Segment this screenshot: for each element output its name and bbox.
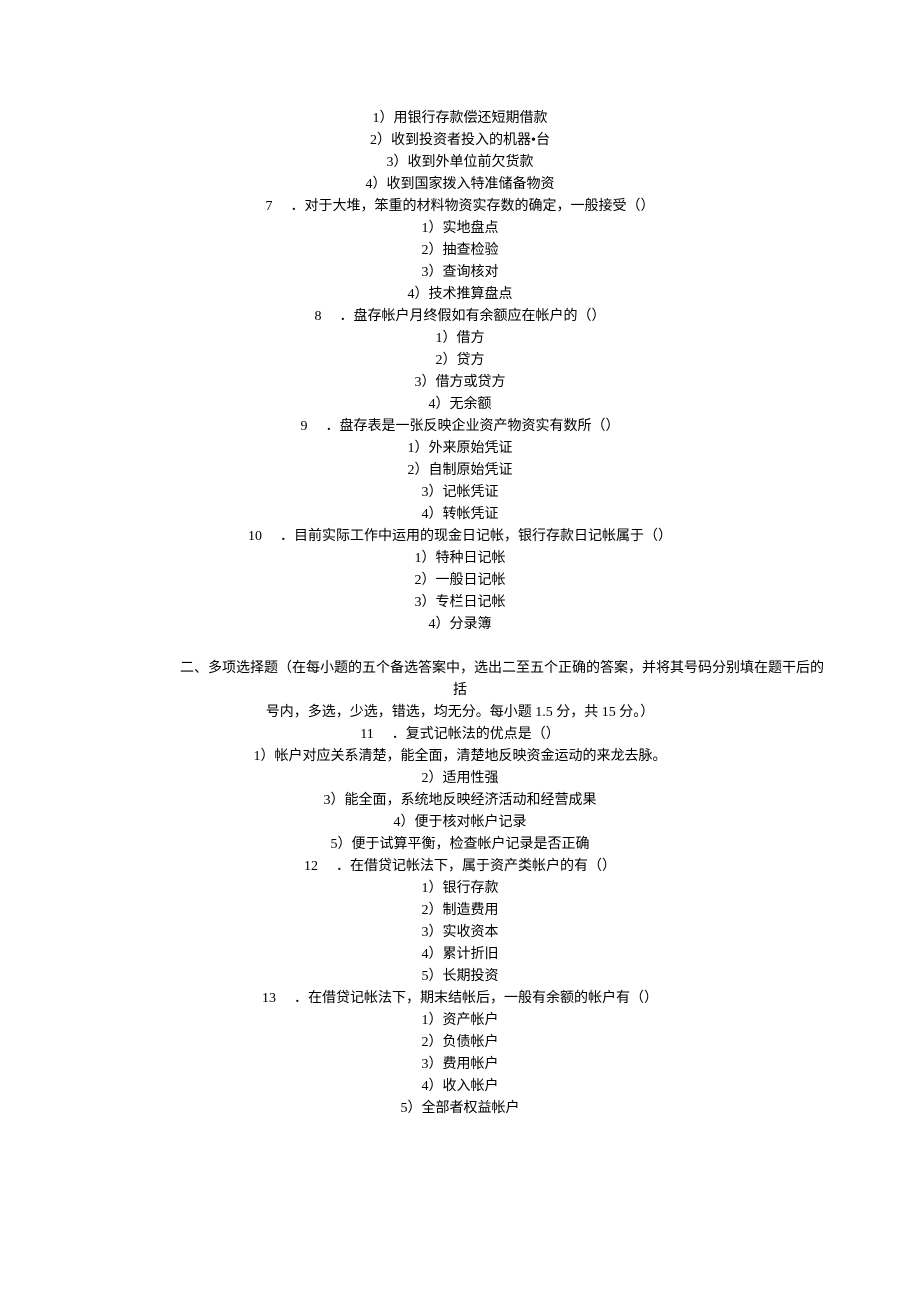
q10-option-1: 1）特种日记帐 bbox=[0, 548, 920, 570]
q10-option-2: 2）一般日记帐 bbox=[0, 570, 920, 592]
q6-option-1: 1）用银行存款偿还短期借款 bbox=[0, 108, 920, 130]
q13-option-4: 4）收入帐户 bbox=[0, 1076, 920, 1098]
q11-option-2: 2）适用性强 bbox=[0, 768, 920, 790]
q9-number: 9 bbox=[301, 416, 308, 438]
q12-stem: 12 ．在借贷记帐法下，属于资产类帐户的有（） bbox=[0, 856, 920, 878]
q12-number: 12 bbox=[304, 856, 318, 878]
q10-number: 10 bbox=[248, 526, 262, 548]
q6-option-3: 3）收到外单位前欠货款 bbox=[0, 152, 920, 174]
q7-stem: 7 ．对于大堆，笨重的材料物资实存数的确定，一般接受（） bbox=[0, 196, 920, 218]
q7-text: ．对于大堆，笨重的材料物资实存数的确定，一般接受（） bbox=[291, 196, 655, 218]
q13-option-1: 1）资产帐户 bbox=[0, 1010, 920, 1032]
q9-text: ．盘存表是一张反映企业资产物资实有数所（） bbox=[326, 416, 620, 438]
q8-number: 8 bbox=[315, 306, 322, 328]
q6-option-2: 2）收到投资者投入的机器•台 bbox=[0, 130, 920, 152]
q7-number: 7 bbox=[266, 196, 273, 218]
q13-option-2: 2）负债帐户 bbox=[0, 1032, 920, 1054]
section2-title-line1: 二、多项选择题（在每小题的五个备选答案中，选出二至五个正确的答案，并将其号码分别… bbox=[0, 658, 920, 680]
q10-text: ．目前实际工作中运用的现金日记帐，银行存款日记帐属于（） bbox=[280, 526, 672, 548]
q10-stem: 10 ．目前实际工作中运用的现金日记帐，银行存款日记帐属于（） bbox=[0, 526, 920, 548]
q12-option-3: 3）实收资本 bbox=[0, 922, 920, 944]
q11-text: ．复式记帐法的优点是（） bbox=[392, 724, 560, 746]
q7-option-1: 1）实地盘点 bbox=[0, 218, 920, 240]
section2-title-line2: 括 bbox=[0, 680, 920, 702]
q8-stem: 8 ．盘存帐户月终假如有余额应在帐户的（） bbox=[0, 306, 920, 328]
q7-option-4: 4）技术推算盘点 bbox=[0, 284, 920, 306]
q9-option-4: 4）转帐凭证 bbox=[0, 504, 920, 526]
q13-stem: 13 ．在借贷记帐法下，期末结帐后，一般有余额的帐户有（） bbox=[0, 988, 920, 1010]
q13-number: 13 bbox=[262, 988, 276, 1010]
q10-option-3: 3）专栏日记帐 bbox=[0, 592, 920, 614]
q9-option-3: 3）记帐凭证 bbox=[0, 482, 920, 504]
q8-text: ．盘存帐户月终假如有余额应在帐户的（） bbox=[340, 306, 606, 328]
q7-option-2: 2）抽查检验 bbox=[0, 240, 920, 262]
q11-option-5: 5）便于试算平衡，检查帐户记录是否正确 bbox=[0, 834, 920, 856]
q12-option-2: 2）制造费用 bbox=[0, 900, 920, 922]
q11-option-3: 3）能全面，系统地反映经济活动和经营成果 bbox=[0, 790, 920, 812]
q9-stem: 9 ．盘存表是一张反映企业资产物资实有数所（） bbox=[0, 416, 920, 438]
q11-stem: 11 ．复式记帐法的优点是（） bbox=[0, 724, 920, 746]
q9-option-1: 1）外来原始凭证 bbox=[0, 438, 920, 460]
q10-option-4: 4）分录簿 bbox=[0, 614, 920, 636]
q7-option-3: 3）查询核对 bbox=[0, 262, 920, 284]
q8-option-1: 1）借方 bbox=[0, 328, 920, 350]
q11-number: 11 bbox=[360, 724, 373, 746]
section2-instruction: 号内，多选，少选，错选，均无分。每小题 1.5 分，共 15 分。） bbox=[0, 702, 920, 724]
q8-option-4: 4）无余额 bbox=[0, 394, 920, 416]
q12-option-5: 5）长期投资 bbox=[0, 966, 920, 988]
q8-option-2: 2）贷方 bbox=[0, 350, 920, 372]
q13-option-5: 5）全部者权益帐户 bbox=[0, 1098, 920, 1120]
q13-text: ．在借贷记帐法下，期末结帐后，一般有余额的帐户有（） bbox=[294, 988, 658, 1010]
q13-option-3: 3）费用帐户 bbox=[0, 1054, 920, 1076]
q11-option-4: 4）便于核对帐户记录 bbox=[0, 812, 920, 834]
q8-option-3: 3）借方或贷方 bbox=[0, 372, 920, 394]
q12-option-1: 1）银行存款 bbox=[0, 878, 920, 900]
section-spacer bbox=[0, 636, 920, 658]
q11-option-1: 1）帐户对应关系清楚，能全面，清楚地反映资金运动的来龙去脉。 bbox=[0, 746, 920, 768]
q9-option-2: 2）自制原始凭证 bbox=[0, 460, 920, 482]
q6-option-4: 4）收到国家拨入特准储备物资 bbox=[0, 174, 920, 196]
q12-text: ．在借贷记帐法下，属于资产类帐户的有（） bbox=[336, 856, 616, 878]
q12-option-4: 4）累计折旧 bbox=[0, 944, 920, 966]
